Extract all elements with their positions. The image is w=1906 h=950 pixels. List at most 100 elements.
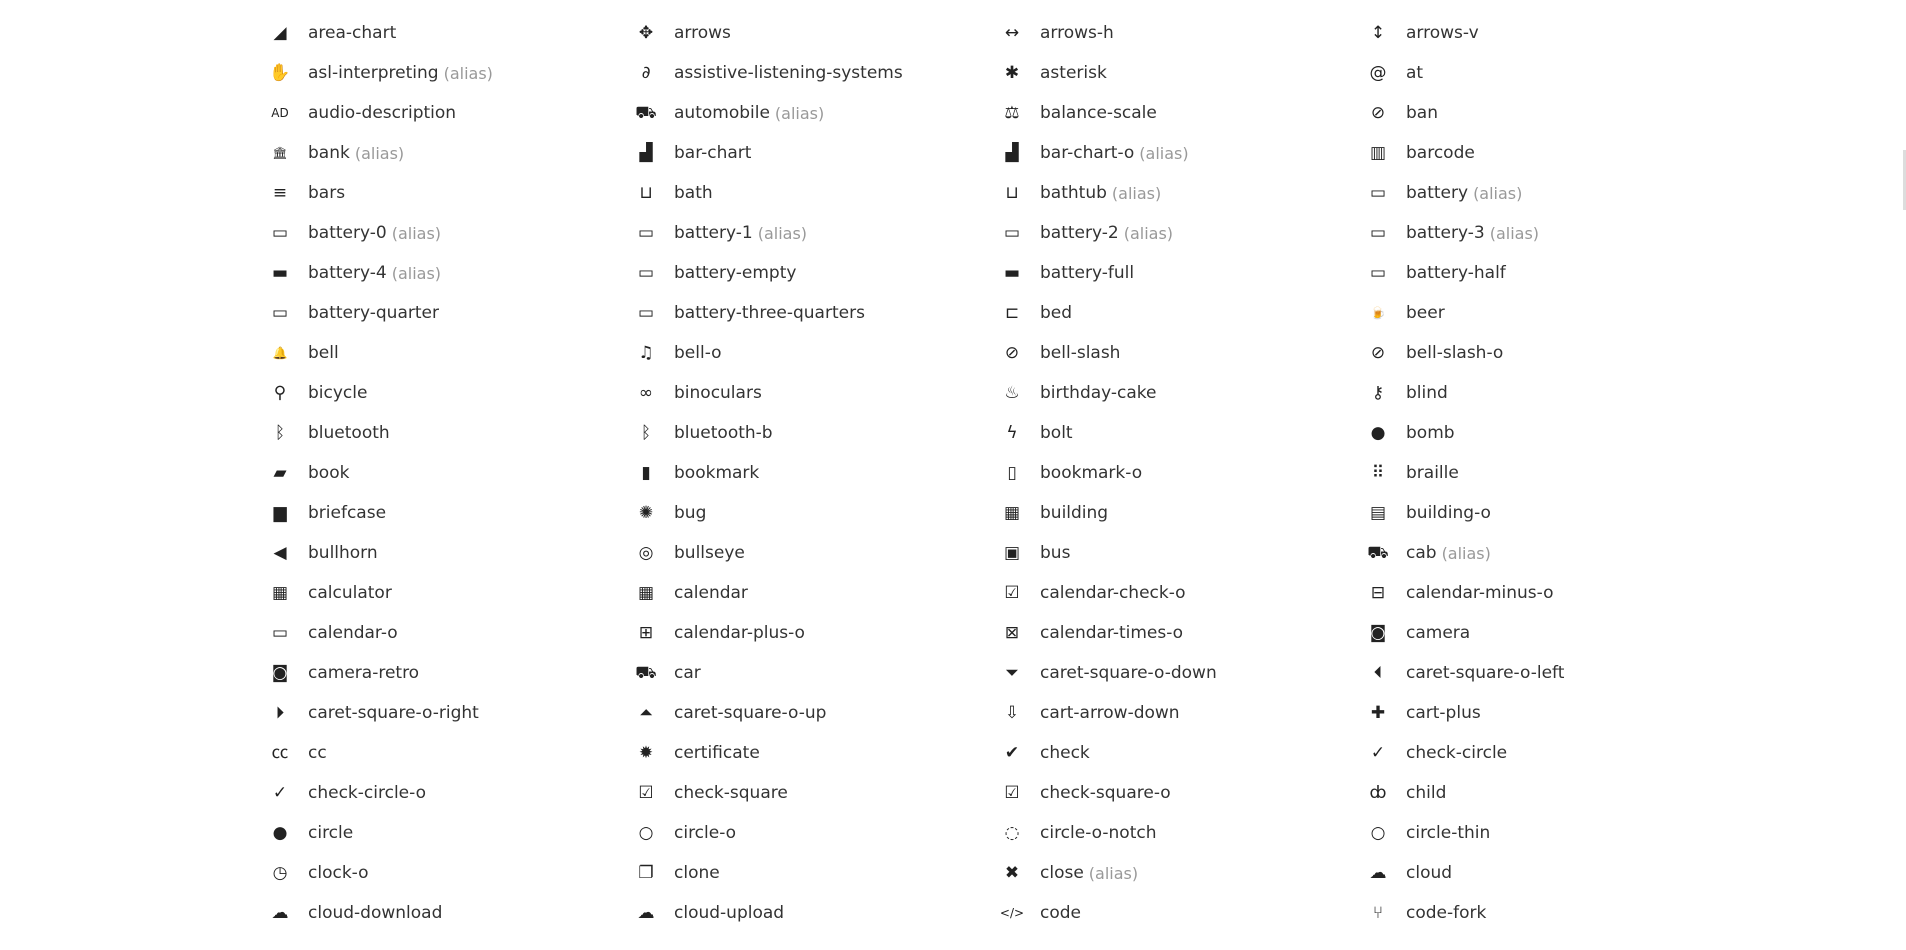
- icon-list-item[interactable]: ▰ book: [266, 453, 632, 493]
- icon-list-item[interactable]: ▬ battery-full: [998, 253, 1364, 293]
- bank-icon: 🏛: [272, 146, 288, 160]
- icon-list-item[interactable]: ⊔ bath: [632, 173, 998, 213]
- icon-list-item[interactable]: ⊟ calendar-minus-o: [1364, 573, 1706, 613]
- icon-list-item[interactable]: ◙ camera: [1364, 613, 1706, 653]
- icon-list-item[interactable]: ◎ bullseye: [632, 533, 998, 573]
- icon-list-item[interactable]: 🏛 bank (alias): [266, 133, 632, 173]
- icon-list-item[interactable]: ⚷ blind: [1364, 373, 1706, 413]
- icon-list-item[interactable]: @ at: [1364, 53, 1706, 93]
- icon-list-item[interactable]: ▣ bus: [998, 533, 1364, 573]
- icon-list-item[interactable]: ✺ bug: [632, 493, 998, 533]
- icon-list-item[interactable]: ⚖ balance-scale: [998, 93, 1364, 133]
- icon-list-item[interactable]: ☑ check-square-o: [998, 773, 1364, 813]
- icon-list-item[interactable]: ⛟ car: [632, 653, 998, 693]
- icon-list-item[interactable]: ⊏ bed: [998, 293, 1364, 333]
- icon-list-item[interactable]: ◙ camera-retro: [266, 653, 632, 693]
- icon-name-label: blind: [1406, 383, 1448, 403]
- icon-list-item[interactable]: 🔔 bell: [266, 333, 632, 373]
- icon-list-item[interactable]: ∂ assistive-listening-systems: [632, 53, 998, 93]
- icon-list-item[interactable]: ⇩ cart-arrow-down: [998, 693, 1364, 733]
- icon-list-item[interactable]: ☁ cloud-upload: [632, 893, 998, 933]
- icon-list-item[interactable]: ▭ battery-0 (alias): [266, 213, 632, 253]
- icon-list-item[interactable]: ▯ bookmark-o: [998, 453, 1364, 493]
- icon-list-item[interactable]: ⊘ ban: [1364, 93, 1706, 133]
- icon-list-item[interactable]: </> code: [998, 893, 1364, 933]
- icon-list-item[interactable]: ↕ arrows-v: [1364, 13, 1706, 53]
- icon-list-item[interactable]: ☑ calendar-check-o: [998, 573, 1364, 613]
- alias-tag: (alias): [1088, 863, 1139, 883]
- icon-list-item[interactable]: ᛒ bluetooth-b: [632, 413, 998, 453]
- icon-list-item[interactable]: ⏶ caret-square-o-up: [632, 693, 998, 733]
- icon-list-item[interactable]: ▭ battery-quarter: [266, 293, 632, 333]
- icon-list-item[interactable]: AD audio-description: [266, 93, 632, 133]
- icon-list-item[interactable]: ▭ battery-1 (alias): [632, 213, 998, 253]
- icon-list-item[interactable]: ▬ battery-4 (alias): [266, 253, 632, 293]
- icon-list-item[interactable]: ● circle: [266, 813, 632, 853]
- icon-list-item[interactable]: ▭ calendar-o: [266, 613, 632, 653]
- icon-list-item[interactable]: ✋ asl-interpreting (alias): [266, 53, 632, 93]
- icon-list-item[interactable]: ȸ child: [1364, 773, 1706, 813]
- icon-list-item[interactable]: ✥ arrows: [632, 13, 998, 53]
- icon-list-item[interactable]: ▭ battery-2 (alias): [998, 213, 1364, 253]
- icon-list-item[interactable]: ● bomb: [1364, 413, 1706, 453]
- icon-name-label: arrows-v: [1406, 23, 1479, 43]
- icon-list-item[interactable]: ♫ bell-o: [632, 333, 998, 373]
- icon-list-item[interactable]: ▭ battery (alias): [1364, 173, 1706, 213]
- icon-list-item[interactable]: ⊔ bathtub (alias): [998, 173, 1364, 213]
- icon-list-item[interactable]: ❐ clone: [632, 853, 998, 893]
- icon-list-item[interactable]: ⊘ bell-slash-o: [1364, 333, 1706, 373]
- icon-list-item[interactable]: ▥ barcode: [1364, 133, 1706, 173]
- icon-list-item[interactable]: ♨ birthday-cake: [998, 373, 1364, 413]
- icon-list-item[interactable]: ✱ asterisk: [998, 53, 1364, 93]
- icon-list-item[interactable]: ○ circle-thin: [1364, 813, 1706, 853]
- icon-list-item[interactable]: ㏄ cc: [266, 733, 632, 773]
- icon-list-item[interactable]: ✚ cart-plus: [1364, 693, 1706, 733]
- icon-list-item[interactable]: ○ circle-o: [632, 813, 998, 853]
- icon-list-item[interactable]: ▭ battery-3 (alias): [1364, 213, 1706, 253]
- icon-list-item[interactable]: ☑ check-square: [632, 773, 998, 813]
- icon-list-item[interactable]: ✖ close (alias): [998, 853, 1364, 893]
- icon-list-item[interactable]: ▦ calendar: [632, 573, 998, 613]
- icon-list-item[interactable]: ≡ bars: [266, 173, 632, 213]
- icon-list-item[interactable]: ▤ building-o: [1364, 493, 1706, 533]
- icon-list-item[interactable]: ✓ check-circle-o: [266, 773, 632, 813]
- icon-list-item[interactable]: ▦ building: [998, 493, 1364, 533]
- icon-list-item[interactable]: ⏷ caret-square-o-down: [998, 653, 1364, 693]
- icon-list-item[interactable]: ⏵ caret-square-o-right: [266, 693, 632, 733]
- icon-list-item[interactable]: ☁ cloud-download: [266, 893, 632, 933]
- icon-list-item[interactable]: ☁ cloud: [1364, 853, 1706, 893]
- cloud-download-icon: ☁: [271, 902, 289, 923]
- icon-list-item[interactable]: ∞ binoculars: [632, 373, 998, 413]
- icon-list-item[interactable]: ✓ check-circle: [1364, 733, 1706, 773]
- icon-list-item[interactable]: ⊘ bell-slash: [998, 333, 1364, 373]
- icon-name-label: balance-scale: [1040, 103, 1157, 123]
- icon-list-item[interactable]: ▭ battery-half: [1364, 253, 1706, 293]
- icon-list-item[interactable]: ↔ arrows-h: [998, 13, 1364, 53]
- icon-name-label: binoculars: [674, 383, 762, 403]
- icon-list-item[interactable]: ▟ bar-chart: [632, 133, 998, 173]
- icon-list-item[interactable]: ▭ battery-three-quarters: [632, 293, 998, 333]
- icon-list-item[interactable]: ᛒ bluetooth: [266, 413, 632, 453]
- icon-list-item[interactable]: 🍺 beer: [1364, 293, 1706, 333]
- icon-list-item[interactable]: ✔ check: [998, 733, 1364, 773]
- icon-list-item[interactable]: ⛟ cab (alias): [1364, 533, 1706, 573]
- icon-list-item[interactable]: ▦ calculator: [266, 573, 632, 613]
- icon-list-item[interactable]: ⏴ caret-square-o-left: [1364, 653, 1706, 693]
- icon-list-item[interactable]: ⊞ calendar-plus-o: [632, 613, 998, 653]
- icon-list-item[interactable]: ⚲ bicycle: [266, 373, 632, 413]
- icon-list-item[interactable]: ⛟ automobile (alias): [632, 93, 998, 133]
- icon-list-item[interactable]: ϟ bolt: [998, 413, 1364, 453]
- icon-list-item[interactable]: ◢ area-chart: [266, 13, 632, 53]
- icon-list-item[interactable]: ◀ bullhorn: [266, 533, 632, 573]
- icon-list-item[interactable]: ✹ certificate: [632, 733, 998, 773]
- icon-list-item[interactable]: ▟ bar-chart-o (alias): [998, 133, 1364, 173]
- icon-list-item[interactable]: ▮ bookmark: [632, 453, 998, 493]
- icon-list-item[interactable]: ⊠ calendar-times-o: [998, 613, 1364, 653]
- cart-plus-icon: ✚: [1370, 702, 1386, 723]
- icon-list-item[interactable]: ▭ battery-empty: [632, 253, 998, 293]
- icon-list-item[interactable]: ▆ briefcase: [266, 493, 632, 533]
- icon-list-item[interactable]: ⠿ braille: [1364, 453, 1706, 493]
- icon-list-item[interactable]: ⑂ code-fork: [1364, 893, 1706, 933]
- icon-list-item[interactable]: ◌ circle-o-notch: [998, 813, 1364, 853]
- icon-list-item[interactable]: ◷ clock-o: [266, 853, 632, 893]
